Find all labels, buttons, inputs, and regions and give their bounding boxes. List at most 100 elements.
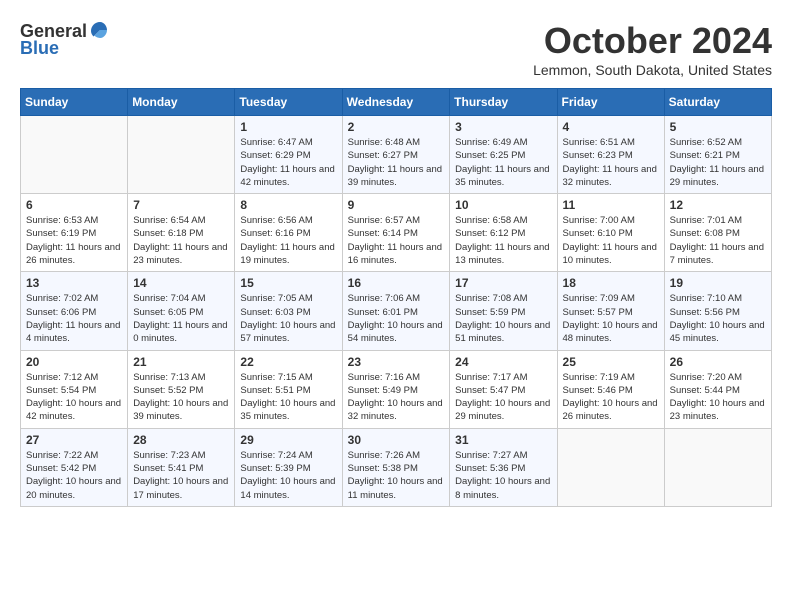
calendar-cell xyxy=(557,428,664,506)
day-number: 17 xyxy=(455,276,551,290)
day-info: Sunrise: 6:49 AM Sunset: 6:25 PM Dayligh… xyxy=(455,136,551,189)
calendar-cell: 21Sunrise: 7:13 AM Sunset: 5:52 PM Dayli… xyxy=(128,350,235,428)
day-header-wednesday: Wednesday xyxy=(342,89,450,116)
day-number: 23 xyxy=(348,355,445,369)
day-info: Sunrise: 7:19 AM Sunset: 5:46 PM Dayligh… xyxy=(563,371,659,424)
calendar-cell xyxy=(21,116,128,194)
day-number: 10 xyxy=(455,198,551,212)
day-info: Sunrise: 7:22 AM Sunset: 5:42 PM Dayligh… xyxy=(26,449,122,502)
day-number: 13 xyxy=(26,276,122,290)
logo: General Blue xyxy=(20,20,111,59)
day-info: Sunrise: 7:01 AM Sunset: 6:08 PM Dayligh… xyxy=(670,214,766,267)
day-info: Sunrise: 6:54 AM Sunset: 6:18 PM Dayligh… xyxy=(133,214,229,267)
calendar-week-3: 13 Sunrise: 7:02 AM Sunset: 6:06 PM Dayli… xyxy=(21,272,772,350)
day-header-sunday: Sunday xyxy=(21,89,128,116)
day-number: 2 xyxy=(348,120,445,134)
day-number: 14 xyxy=(133,276,229,290)
title-block: October 2024 Lemmon, South Dakota, Unite… xyxy=(533,20,772,78)
day-number: 1 xyxy=(240,120,336,134)
calendar-cell: 1 Sunrise: 6:47 AM Sunset: 6:29 PM Daylig… xyxy=(235,116,342,194)
day-info: Sunrise: 6:47 AM Sunset: 6:29 PM Dayligh… xyxy=(240,136,336,189)
calendar-cell: 5 Sunrise: 6:52 AM Sunset: 6:21 PM Daylig… xyxy=(664,116,771,194)
day-number: 4 xyxy=(563,120,659,134)
calendar-body: 1 Sunrise: 6:47 AM Sunset: 6:29 PM Daylig… xyxy=(21,116,772,507)
calendar-cell: 27 Sunrise: 7:22 AM Sunset: 5:42 PM Dayli… xyxy=(21,428,128,506)
calendar-cell: 26 Sunrise: 7:20 AM Sunset: 5:44 PM Dayli… xyxy=(664,350,771,428)
day-number: 3 xyxy=(455,120,551,134)
day-number: 19 xyxy=(670,276,766,290)
calendar-cell: 24 Sunrise: 7:17 AM Sunset: 5:47 PM Dayli… xyxy=(450,350,557,428)
calendar-cell: 4 Sunrise: 6:51 AM Sunset: 6:23 PM Daylig… xyxy=(557,116,664,194)
day-info: Sunrise: 7:20 AM Sunset: 5:44 PM Dayligh… xyxy=(670,371,766,424)
day-number: 6 xyxy=(26,198,122,212)
day-info: Sunrise: 7:08 AM Sunset: 5:59 PM Dayligh… xyxy=(455,292,551,345)
day-info: Sunrise: 7:12 AM Sunset: 5:54 PM Dayligh… xyxy=(26,371,122,424)
day-header-saturday: Saturday xyxy=(664,89,771,116)
day-header-tuesday: Tuesday xyxy=(235,89,342,116)
calendar-cell: 2 Sunrise: 6:48 AM Sunset: 6:27 PM Daylig… xyxy=(342,116,450,194)
calendar-cell: 14 Sunrise: 7:04 AM Sunset: 6:05 PM Dayli… xyxy=(128,272,235,350)
calendar-cell: 25 Sunrise: 7:19 AM Sunset: 5:46 PM Dayli… xyxy=(557,350,664,428)
day-info: Sunrise: 7:15 AM Sunset: 5:51 PM Dayligh… xyxy=(240,371,336,424)
day-info: Sunrise: 7:27 AM Sunset: 5:36 PM Dayligh… xyxy=(455,449,551,502)
day-info: Sunrise: 7:02 AM Sunset: 6:06 PM Dayligh… xyxy=(26,292,122,345)
day-number: 8 xyxy=(240,198,336,212)
day-number: 20 xyxy=(26,355,122,369)
calendar-table: SundayMondayTuesdayWednesdayThursdayFrid… xyxy=(20,88,772,507)
day-info: Sunrise: 7:06 AM Sunset: 6:01 PM Dayligh… xyxy=(348,292,445,345)
day-info: Sunrise: 6:51 AM Sunset: 6:23 PM Dayligh… xyxy=(563,136,659,189)
day-number: 9 xyxy=(348,198,445,212)
calendar-cell: 31Sunrise: 7:27 AM Sunset: 5:36 PM Dayli… xyxy=(450,428,557,506)
day-header-monday: Monday xyxy=(128,89,235,116)
calendar-cell xyxy=(664,428,771,506)
location: Lemmon, South Dakota, United States xyxy=(533,62,772,78)
calendar-week-1: 1 Sunrise: 6:47 AM Sunset: 6:29 PM Daylig… xyxy=(21,116,772,194)
calendar-cell: 29Sunrise: 7:24 AM Sunset: 5:39 PM Dayli… xyxy=(235,428,342,506)
calendar-cell: 20 Sunrise: 7:12 AM Sunset: 5:54 PM Dayli… xyxy=(21,350,128,428)
calendar-cell: 9 Sunrise: 6:57 AM Sunset: 6:14 PM Daylig… xyxy=(342,194,450,272)
day-info: Sunrise: 7:26 AM Sunset: 5:38 PM Dayligh… xyxy=(348,449,445,502)
calendar-cell: 30 Sunrise: 7:26 AM Sunset: 5:38 PM Dayli… xyxy=(342,428,450,506)
day-number: 24 xyxy=(455,355,551,369)
day-number: 22 xyxy=(240,355,336,369)
calendar-cell: 12 Sunrise: 7:01 AM Sunset: 6:08 PM Dayli… xyxy=(664,194,771,272)
day-info: Sunrise: 7:05 AM Sunset: 6:03 PM Dayligh… xyxy=(240,292,336,345)
calendar-cell: 16Sunrise: 7:06 AM Sunset: 6:01 PM Dayli… xyxy=(342,272,450,350)
day-number: 27 xyxy=(26,433,122,447)
day-info: Sunrise: 6:48 AM Sunset: 6:27 PM Dayligh… xyxy=(348,136,445,189)
day-info: Sunrise: 6:52 AM Sunset: 6:21 PM Dayligh… xyxy=(670,136,766,189)
day-number: 11 xyxy=(563,198,659,212)
month-title: October 2024 xyxy=(533,20,772,62)
day-number: 30 xyxy=(348,433,445,447)
day-number: 5 xyxy=(670,120,766,134)
day-info: Sunrise: 6:57 AM Sunset: 6:14 PM Dayligh… xyxy=(348,214,445,267)
day-number: 15 xyxy=(240,276,336,290)
calendar-cell: 23 Sunrise: 7:16 AM Sunset: 5:49 PM Dayli… xyxy=(342,350,450,428)
day-info: Sunrise: 6:53 AM Sunset: 6:19 PM Dayligh… xyxy=(26,214,122,267)
day-info: Sunrise: 7:17 AM Sunset: 5:47 PM Dayligh… xyxy=(455,371,551,424)
day-number: 12 xyxy=(670,198,766,212)
day-number: 25 xyxy=(563,355,659,369)
logo-icon xyxy=(89,20,111,42)
day-number: 18 xyxy=(563,276,659,290)
day-number: 28 xyxy=(133,433,229,447)
calendar-cell: 13 Sunrise: 7:02 AM Sunset: 6:06 PM Dayli… xyxy=(21,272,128,350)
calendar-week-2: 6 Sunrise: 6:53 AM Sunset: 6:19 PM Daylig… xyxy=(21,194,772,272)
day-info: Sunrise: 7:04 AM Sunset: 6:05 PM Dayligh… xyxy=(133,292,229,345)
calendar-week-5: 27 Sunrise: 7:22 AM Sunset: 5:42 PM Dayli… xyxy=(21,428,772,506)
day-info: Sunrise: 7:09 AM Sunset: 5:57 PM Dayligh… xyxy=(563,292,659,345)
calendar-cell: 10 Sunrise: 6:58 AM Sunset: 6:12 PM Dayli… xyxy=(450,194,557,272)
day-number: 26 xyxy=(670,355,766,369)
calendar-cell: 28 Sunrise: 7:23 AM Sunset: 5:41 PM Dayli… xyxy=(128,428,235,506)
calendar-cell: 11 Sunrise: 7:00 AM Sunset: 6:10 PM Dayli… xyxy=(557,194,664,272)
calendar-cell xyxy=(128,116,235,194)
day-info: Sunrise: 6:58 AM Sunset: 6:12 PM Dayligh… xyxy=(455,214,551,267)
day-info: Sunrise: 6:56 AM Sunset: 6:16 PM Dayligh… xyxy=(240,214,336,267)
day-info: Sunrise: 7:16 AM Sunset: 5:49 PM Dayligh… xyxy=(348,371,445,424)
calendar-header: SundayMondayTuesdayWednesdayThursdayFrid… xyxy=(21,89,772,116)
day-info: Sunrise: 7:00 AM Sunset: 6:10 PM Dayligh… xyxy=(563,214,659,267)
day-info: Sunrise: 7:23 AM Sunset: 5:41 PM Dayligh… xyxy=(133,449,229,502)
day-number: 7 xyxy=(133,198,229,212)
page-header: General Blue October 2024 Lemmon, South … xyxy=(20,20,772,78)
calendar-cell: 3 Sunrise: 6:49 AM Sunset: 6:25 PM Daylig… xyxy=(450,116,557,194)
